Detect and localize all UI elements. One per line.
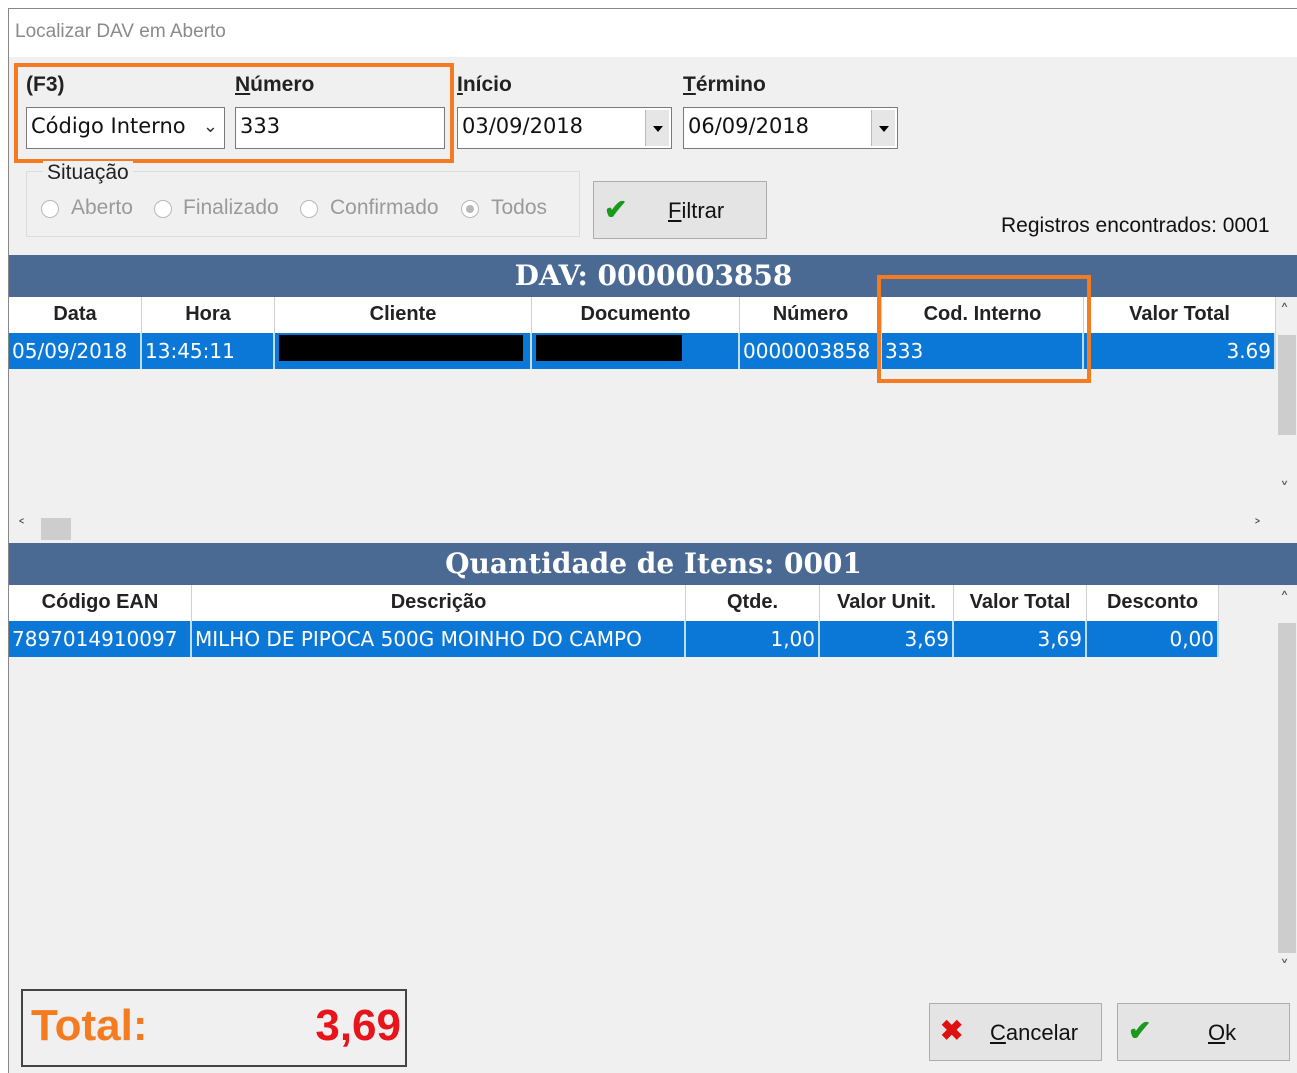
check-icon: ✔ xyxy=(604,194,628,225)
search-type-label: (F3) xyxy=(26,73,65,96)
dav-col-hora[interactable]: Hora xyxy=(142,297,275,333)
dav-vscroll-thumb[interactable] xyxy=(1278,335,1296,435)
search-type-select[interactable]: Código Interno ⌄ xyxy=(26,107,225,149)
ok-button[interactable]: ✔ Ok xyxy=(1117,1003,1290,1061)
check-icon: ✔ xyxy=(1128,1015,1152,1046)
dav-col-valor-total[interactable]: Valor Total xyxy=(1084,297,1276,333)
dav-col-cod-interno[interactable]: Cod. Interno xyxy=(882,297,1084,333)
numero-input[interactable]: 333 xyxy=(235,107,445,149)
scroll-up-icon[interactable]: ˄ xyxy=(1280,589,1289,610)
itens-vertical-scrollbar[interactable]: ˄ ˅ xyxy=(1276,585,1297,983)
itens-vscroll-thumb[interactable] xyxy=(1278,623,1296,953)
chevron-down-icon: ⌄ xyxy=(202,116,218,137)
dav-col-cliente[interactable]: Cliente xyxy=(275,297,532,333)
filtrar-button[interactable]: ✔ Filtrar xyxy=(593,181,767,239)
dav-col-numero[interactable]: Número xyxy=(740,297,882,333)
dav-cell-numero: 0000003858 xyxy=(740,333,882,369)
termino-value: 06/09/2018 xyxy=(688,114,810,138)
scroll-down-icon[interactable]: ˅ xyxy=(1280,957,1289,978)
situacao-label: Situação xyxy=(43,161,133,185)
chevron-down-icon[interactable] xyxy=(871,110,895,146)
dav-cell-cliente xyxy=(275,333,532,369)
total-value: 3,69 xyxy=(315,1001,401,1050)
radio-todos-label: Todos xyxy=(491,196,548,219)
itens-col-valor-total[interactable]: Valor Total xyxy=(954,585,1087,621)
scroll-down-icon[interactable]: ˅ xyxy=(1280,479,1289,500)
title-bar: Localizar DAV em Aberto xyxy=(9,9,1297,57)
search-type-value: Código Interno xyxy=(31,114,186,138)
radio-confirmado-label: Confirmado xyxy=(330,196,439,219)
scroll-up-icon[interactable]: ˄ xyxy=(1280,301,1289,322)
inicio-value: 03/09/2018 xyxy=(462,114,584,138)
scroll-left-icon[interactable]: ˂ xyxy=(17,517,26,538)
dav-col-documento[interactable]: Documento xyxy=(532,297,740,333)
localizar-dav-window: Localizar DAV em Aberto (F3) Código Inte… xyxy=(8,8,1297,1073)
termino-date-picker[interactable]: 06/09/2018 xyxy=(683,107,898,149)
scroll-right-icon[interactable]: ˃ xyxy=(1253,517,1262,538)
numero-label: Número xyxy=(235,73,315,96)
radio-finalizado[interactable] xyxy=(154,200,172,218)
inicio-date-picker[interactable]: 03/09/2018 xyxy=(457,107,672,149)
filtrar-label: Filtrar xyxy=(668,198,725,223)
table-row[interactable]: 05/09/2018 13:45:11 0000003858 333 3.69 xyxy=(9,333,1276,369)
table-row[interactable]: 7897014910097 MILHO DE PIPOCA 500G MOINH… xyxy=(9,621,1219,657)
chevron-down-icon[interactable] xyxy=(645,110,669,146)
dav-horizontal-scrollbar[interactable]: ˂ ˃ xyxy=(9,513,1276,545)
registros-encontrados: Registros encontrados: 0001 xyxy=(1001,214,1270,237)
inicio-label: Início xyxy=(457,73,512,96)
radio-confirmado[interactable] xyxy=(300,200,318,218)
dav-cell-cod-interno: 333 xyxy=(882,333,1084,369)
radio-aberto[interactable] xyxy=(41,200,59,218)
itens-cell-valor-total: 3,69 xyxy=(954,621,1087,657)
itens-col-descricao[interactable]: Descrição xyxy=(192,585,686,621)
itens-cell-descricao: MILHO DE PIPOCA 500G MOINHO DO CAMPO xyxy=(192,621,686,657)
itens-cell-ean: 7897014910097 xyxy=(9,621,192,657)
termino-label: Término xyxy=(683,73,766,96)
dav-table: Data Hora Cliente Documento Número Cod. … xyxy=(9,297,1297,545)
itens-col-qtde[interactable]: Qtde. xyxy=(686,585,820,621)
dav-cell-hora: 13:45:11 xyxy=(142,333,275,369)
dav-hscroll-thumb[interactable] xyxy=(41,518,71,540)
radio-aberto-label: Aberto xyxy=(71,196,133,219)
itens-cell-qtde: 1,00 xyxy=(686,621,820,657)
dav-cell-data: 05/09/2018 xyxy=(9,333,142,369)
dav-cell-documento xyxy=(532,333,740,369)
total-label: Total: xyxy=(31,1001,148,1050)
itens-cell-desconto: 0,00 xyxy=(1087,621,1219,657)
itens-col-valor-unit[interactable]: Valor Unit. xyxy=(820,585,954,621)
radio-finalizado-label: Finalizado xyxy=(183,196,279,219)
radio-todos[interactable] xyxy=(461,200,479,218)
cancelar-button[interactable]: ✖ Cancelar xyxy=(929,1003,1102,1061)
redacted-documento xyxy=(536,335,682,361)
itens-col-desconto[interactable]: Desconto xyxy=(1087,585,1219,621)
itens-table: Código EAN Descrição Qtde. Valor Unit. V… xyxy=(9,585,1297,985)
itens-col-ean[interactable]: Código EAN xyxy=(9,585,192,621)
x-icon: ✖ xyxy=(940,1015,964,1046)
redacted-cliente xyxy=(279,335,523,361)
window-title: Localizar DAV em Aberto xyxy=(15,21,226,42)
total-box: Total: 3,69 xyxy=(21,989,407,1067)
dav-col-data[interactable]: Data xyxy=(9,297,142,333)
dav-banner: DAV: 0000003858 xyxy=(9,255,1297,297)
dav-vertical-scrollbar[interactable]: ˄ ˅ xyxy=(1276,297,1297,505)
itens-cell-valor-unit: 3,69 xyxy=(820,621,954,657)
cancelar-label: Cancelar xyxy=(990,1020,1079,1045)
dav-cell-valor-total: 3.69 xyxy=(1084,333,1276,369)
ok-label: Ok xyxy=(1208,1020,1237,1045)
itens-banner: Quantidade de Itens: 0001 xyxy=(9,543,1297,585)
numero-value: 333 xyxy=(240,114,281,138)
